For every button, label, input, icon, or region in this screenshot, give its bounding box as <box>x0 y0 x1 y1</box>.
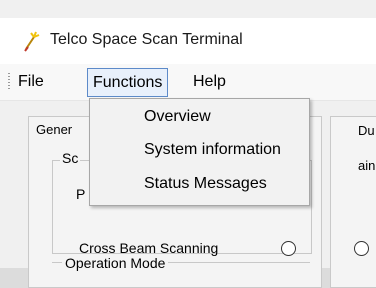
menu-help[interactable]: Help <box>187 70 232 94</box>
right-panel-radio[interactable] <box>354 241 369 256</box>
title-bar: Telco Space Scan Terminal <box>0 18 376 64</box>
right-tab-page <box>330 116 376 288</box>
menu-functions[interactable]: Functions <box>87 68 169 97</box>
cross-beam-scanning-label: Cross Beam Scanning <box>79 240 219 256</box>
menu-item-system-information[interactable]: System information <box>144 137 281 163</box>
window-title: Telco Space Scan Terminal <box>50 31 243 48</box>
menu-grip-handle[interactable] <box>8 73 10 91</box>
right-panel-label: ain <box>358 158 376 173</box>
satellite-icon <box>24 31 40 52</box>
tab-right[interactable]: Du <box>358 123 375 138</box>
menu-item-status-messages[interactable]: Status Messages <box>144 171 267 197</box>
operation-mode-label: Operation Mode <box>62 255 169 271</box>
menu-bar: File Functions Help <box>0 64 376 101</box>
tab-general[interactable]: Gener <box>36 122 72 137</box>
scan-group-label: Sc <box>60 150 81 166</box>
menu-file[interactable]: File <box>12 70 50 94</box>
menu-item-overview[interactable]: Overview <box>144 104 211 130</box>
app-window: Telco Space Scan Terminal File Functions… <box>0 0 376 288</box>
functions-dropdown-menu: Overview System information Status Messa… <box>89 98 310 206</box>
cross-beam-scanning-radio[interactable] <box>281 241 296 256</box>
scan-option-label: P <box>76 186 86 202</box>
